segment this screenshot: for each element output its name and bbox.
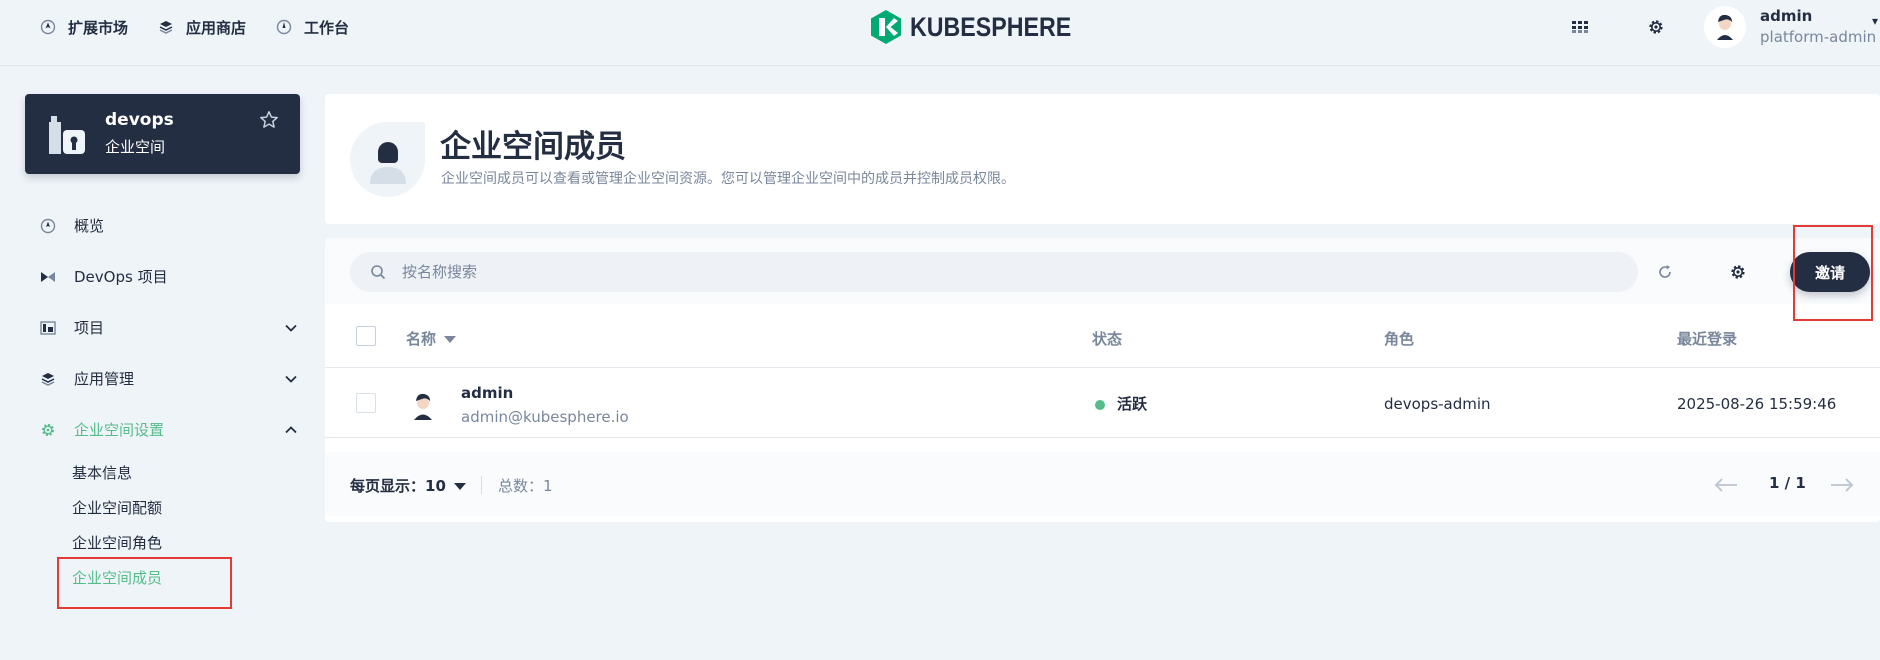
- page-size-value: 10: [425, 477, 446, 495]
- sidebar-subitem-members[interactable]: 企业空间成员: [72, 560, 302, 595]
- page-description: 企业空间成员可以查看或管理企业空间资源。您可以管理企业空间中的成员并控制成员权限…: [441, 171, 1015, 187]
- nav-workbench-label: 工作台: [304, 18, 350, 37]
- chevron-up-icon: [285, 426, 297, 434]
- grid-icon: [1572, 21, 1588, 33]
- favorite-star-icon[interactable]: [259, 110, 279, 130]
- members-table-panel: 邀请 名称 状态 角色 最近登录 admin admin@kubesphere.…: [325, 238, 1880, 522]
- chevron-down-icon: [453, 483, 466, 490]
- user-avatar[interactable]: [1704, 6, 1746, 48]
- next-page-arrow-icon[interactable]: [1829, 476, 1855, 494]
- pagination-bar: 每页显示：10 总数：1 1 / 1: [325, 452, 1880, 516]
- nav-workbench[interactable]: 工作台: [276, 14, 349, 40]
- status-active-dot: [1095, 400, 1105, 410]
- sort-caret-icon[interactable]: [444, 336, 457, 343]
- invite-button[interactable]: 邀请: [1790, 252, 1870, 292]
- settings-icon: [40, 422, 56, 438]
- prev-page-arrow-icon[interactable]: [1713, 476, 1739, 494]
- nav-app-store-label: 应用商店: [186, 18, 247, 37]
- workspace-icon: [49, 116, 85, 154]
- devops-icon: [40, 269, 56, 285]
- workspace-settings-submenu: 基本信息 企业空间配额 企业空间角色 企业空间成员: [40, 455, 302, 595]
- table-row[interactable]: admin admin@kubesphere.io 活跃 devops-admi…: [325, 368, 1880, 438]
- sidebar-subitem-quota[interactable]: 企业空间配额: [72, 490, 302, 525]
- column-header-last-login: 最近登录: [1677, 330, 1738, 348]
- kubesphere-logo-icon: [871, 10, 901, 44]
- select-all-checkbox[interactable]: [356, 326, 376, 346]
- project-icon: [40, 320, 56, 336]
- pagination-divider: [481, 476, 482, 494]
- nav-extension-market-label: 扩展市场: [68, 18, 129, 37]
- sidebar-item-workspace-settings[interactable]: 企业空间设置: [40, 404, 302, 455]
- top-navbar: 扩展市场 应用商店 工作台 KUBESPHERE admin platform-…: [0, 0, 1880, 66]
- sidebar-nav: 概览 DevOps 项目 项目 应用管理 企业空间设置 基本信息 企业空间配额 …: [40, 200, 302, 595]
- app-grid-button[interactable]: [1569, 16, 1591, 38]
- refresh-button[interactable]: [1655, 262, 1675, 282]
- search-input[interactable]: [402, 263, 1602, 281]
- sidebar-item-projects[interactable]: 项目: [40, 302, 302, 353]
- workbench-icon: [276, 19, 292, 35]
- search-icon: [371, 265, 386, 280]
- overview-icon: [40, 218, 56, 234]
- nav-extension-market[interactable]: 扩展市场: [40, 14, 128, 40]
- chevron-down-icon: [285, 324, 297, 332]
- page-size-label: 每页显示：: [350, 477, 426, 495]
- app-store-icon: [159, 21, 173, 34]
- logo-text: KUBESPHERE: [910, 11, 1072, 42]
- chevron-down-icon: [285, 375, 297, 383]
- gear-icon: [1731, 265, 1745, 279]
- sidebar-item-label: 企业空间设置: [74, 421, 165, 439]
- nav-app-store[interactable]: 应用商店: [158, 14, 246, 40]
- user-avatar-icon: [1704, 6, 1746, 48]
- sidebar-item-devops[interactable]: DevOps 项目: [40, 251, 302, 302]
- sidebar-item-overview[interactable]: 概览: [40, 200, 302, 251]
- column-header-name-label: 名称: [406, 330, 437, 348]
- user-name[interactable]: admin: [1760, 7, 1812, 25]
- sidebar-item-label: DevOps 项目: [74, 268, 168, 286]
- user-menu-caret-icon[interactable]: ▾: [1872, 14, 1878, 28]
- app-management-icon: [40, 371, 56, 387]
- sidebar-subitem-basic-info[interactable]: 基本信息: [72, 455, 302, 490]
- workspace-card[interactable]: devops 企业空间: [25, 94, 300, 174]
- workspace-type: 企业空间: [105, 138, 166, 156]
- table-toolbar: 邀请: [325, 238, 1880, 304]
- page-size-select[interactable]: 每页显示：10: [350, 475, 466, 496]
- sidebar-item-label: 项目: [74, 319, 105, 337]
- member-role: devops-admin: [1384, 395, 1491, 413]
- column-header-name[interactable]: 名称: [406, 328, 457, 349]
- member-avatar-icon: [414, 393, 432, 420]
- top-nav-menu: 扩展市场 应用商店 工作台: [40, 14, 349, 40]
- kubesphere-logo[interactable]: KUBESPHERE: [870, 9, 1098, 45]
- platform-settings-button[interactable]: [1645, 16, 1667, 38]
- sidebar-subitem-roles[interactable]: 企业空间角色: [72, 525, 302, 560]
- table-header: 名称 状态 角色 最近登录: [325, 304, 1880, 368]
- page-indicator: 1 / 1: [1769, 474, 1806, 492]
- extension-icon: [40, 19, 56, 35]
- member-name[interactable]: admin: [461, 384, 513, 402]
- user-role: platform-admin: [1760, 28, 1877, 46]
- sidebar-item-app-management[interactable]: 应用管理: [40, 353, 302, 404]
- column-header-status: 状态: [1092, 330, 1123, 348]
- table-settings-button[interactable]: [1728, 262, 1748, 282]
- sidebar-item-label: 概览: [74, 217, 105, 235]
- gear-icon: [1649, 20, 1663, 34]
- search-bar[interactable]: [350, 252, 1638, 292]
- row-checkbox[interactable]: [356, 393, 376, 413]
- workspace-name: devops: [105, 110, 174, 130]
- total-count: 总数：1: [498, 477, 553, 495]
- page-title: 企业空间成员: [440, 129, 626, 165]
- member-last-login: 2025-08-26 15:59:46: [1677, 395, 1837, 413]
- sidebar-item-label: 应用管理: [74, 370, 135, 388]
- column-header-role: 角色: [1384, 330, 1415, 348]
- page-header-card: 企业空间成员 企业空间成员可以查看或管理企业空间资源。您可以管理企业空间中的成员…: [325, 94, 1880, 224]
- member-email: admin@kubesphere.io: [461, 408, 629, 426]
- refresh-icon: [1659, 265, 1671, 278]
- member-status: 活跃: [1117, 395, 1148, 413]
- members-header-icon: [350, 122, 425, 197]
